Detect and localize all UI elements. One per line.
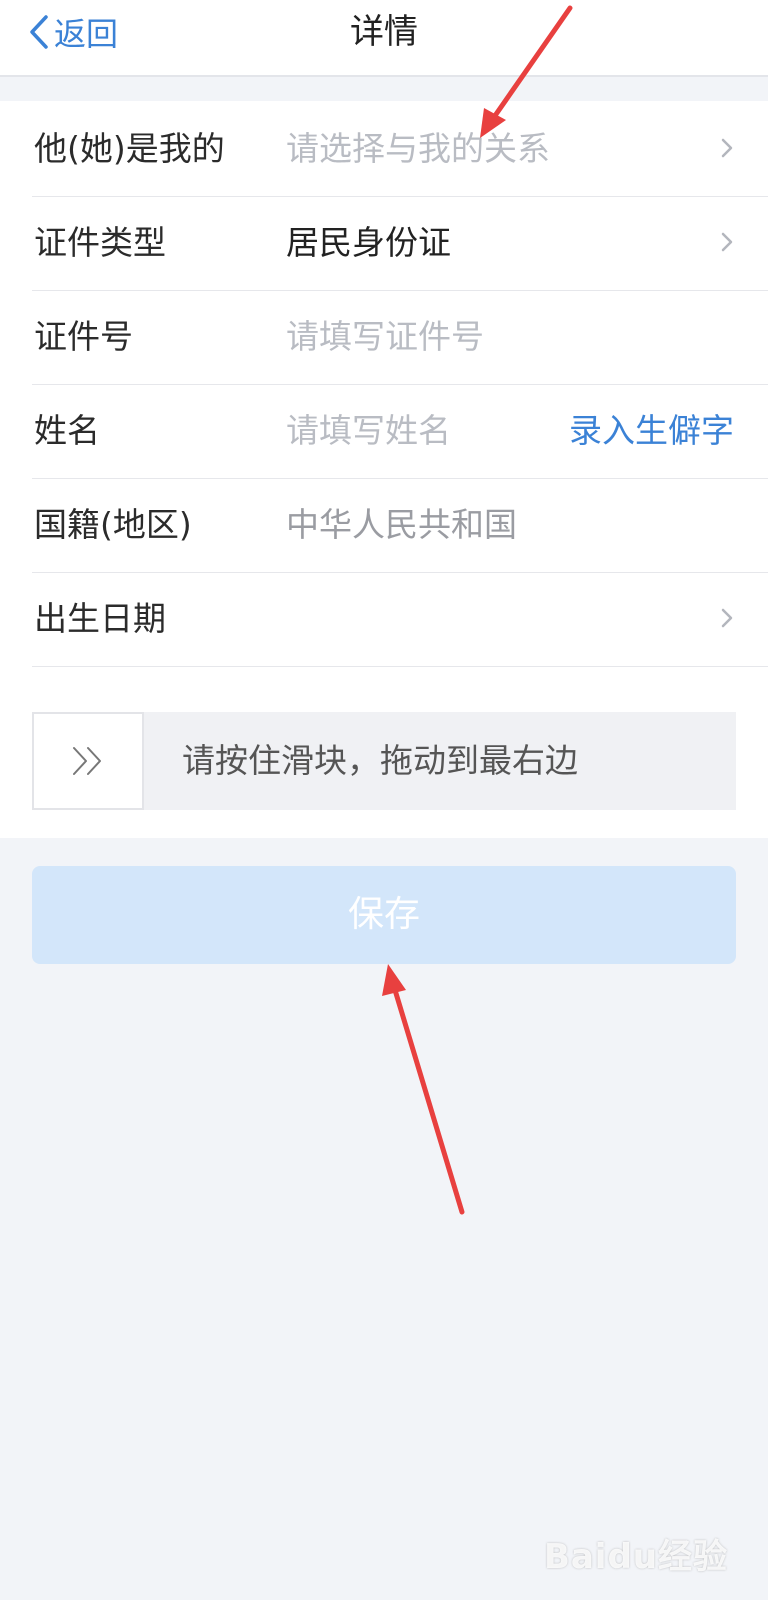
annotation-arrows — [382, 5, 573, 1215]
watermark: Baidu经验 — [543, 1537, 728, 1577]
annotation-arrow-bottom — [382, 964, 465, 1215]
annotation-arrow-top — [480, 5, 573, 138]
